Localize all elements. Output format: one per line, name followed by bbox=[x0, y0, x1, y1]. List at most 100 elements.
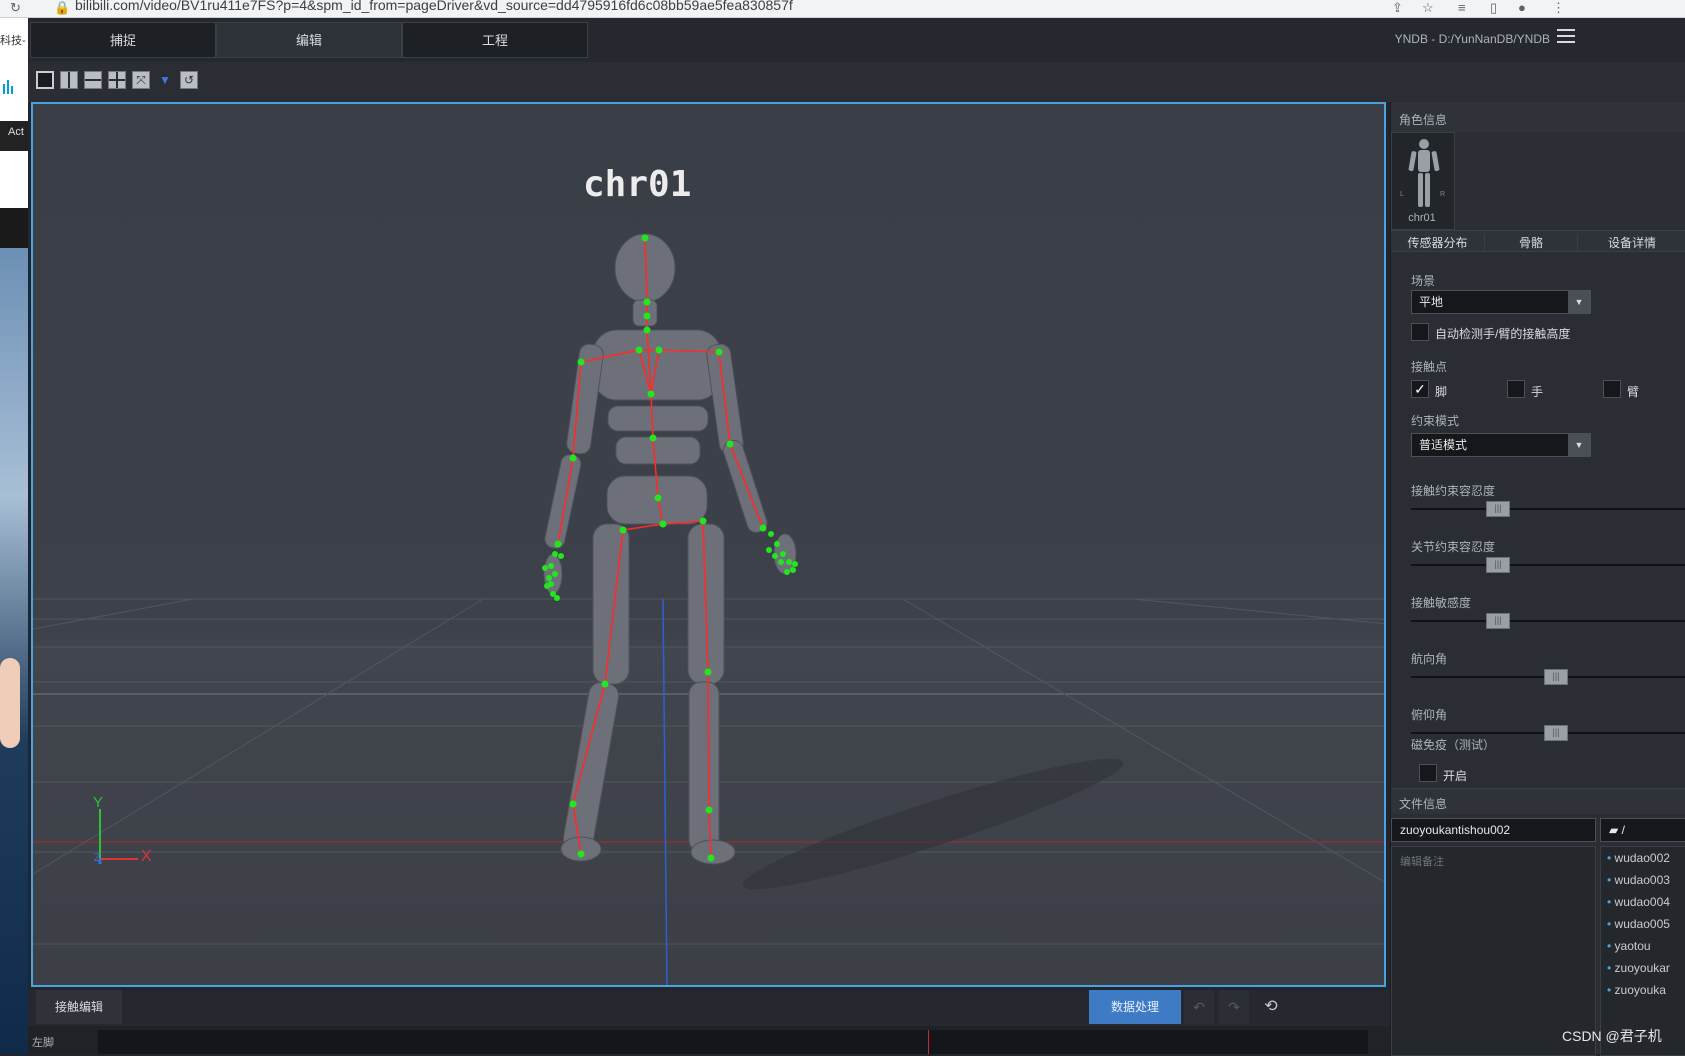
file-list-item[interactable]: • wudao005 bbox=[1607, 917, 1670, 931]
view-layout-toolbar: ⤧ ▼ ↺ bbox=[28, 62, 1685, 102]
timeline-track[interactable] bbox=[98, 1030, 1368, 1054]
slider-track[interactable]: ||| bbox=[1411, 501, 1685, 517]
axis-x-label: X bbox=[141, 848, 152, 865]
sidepanel-icon[interactable]: ▯ bbox=[1490, 0, 1497, 16]
avatar-right-label: R bbox=[1440, 191, 1446, 198]
file-list-item-label: yaotou bbox=[1614, 939, 1651, 953]
file-list-item[interactable]: • wudao004 bbox=[1607, 895, 1670, 909]
file-list-item-label: wudao003 bbox=[1614, 873, 1670, 887]
bullet-icon: • bbox=[1607, 961, 1615, 975]
browser-url[interactable]: bilibili.com/video/BV1ru411e7FS?p=4&spm_… bbox=[75, 0, 793, 13]
two-row-view-icon[interactable] bbox=[84, 71, 102, 89]
slider-handle[interactable]: ||| bbox=[1544, 669, 1568, 685]
slider-label: 接触约束容忍度 bbox=[1411, 484, 1496, 498]
file-list-item-label: wudao004 bbox=[1614, 895, 1670, 909]
file-list-item-label: wudao005 bbox=[1614, 917, 1670, 931]
track-label-left-foot: 左脚 bbox=[32, 1037, 54, 1049]
file-list-item[interactable]: • zuoyouka bbox=[1607, 983, 1666, 997]
video-thumbnail bbox=[0, 248, 28, 1054]
data-process-button[interactable]: 数据处理 bbox=[1089, 990, 1181, 1024]
3d-viewport[interactable]: chr01 Y X Z bbox=[31, 102, 1386, 987]
character-avatar-icon bbox=[1408, 139, 1440, 207]
avatar-name: chr01 bbox=[1408, 212, 1436, 224]
more-icon[interactable]: ⋮ bbox=[1552, 0, 1565, 16]
profile-icon[interactable]: ● bbox=[1518, 0, 1526, 16]
tab-capture[interactable]: 捕捉 bbox=[30, 22, 216, 58]
file-list-item-label: zuoyouka bbox=[1614, 983, 1666, 997]
slider-handle[interactable]: ||| bbox=[1486, 557, 1510, 573]
magnetic-enable-checkbox[interactable] bbox=[1419, 764, 1437, 782]
file-list-item[interactable]: • yaotou bbox=[1607, 939, 1651, 953]
chevron-down-icon: ▼ bbox=[1568, 434, 1590, 456]
bullet-icon: • bbox=[1607, 917, 1615, 931]
slider-label: 俯仰角 bbox=[1411, 708, 1448, 722]
history-icon[interactable]: ⟲ bbox=[1258, 990, 1284, 1024]
contact-hand-checkbox[interactable] bbox=[1507, 380, 1525, 398]
page-text: 科技- bbox=[0, 35, 26, 47]
file-list-item[interactable]: • wudao003 bbox=[1607, 873, 1670, 887]
playlist-icon[interactable]: ≡ bbox=[1458, 0, 1466, 16]
bullet-icon: • bbox=[1607, 939, 1615, 953]
slider-handle[interactable]: ||| bbox=[1544, 725, 1568, 741]
magnetic-enable-label: 开启 bbox=[1443, 769, 1468, 783]
magnetic-immunity-label: 磁免疫（测试） bbox=[1411, 738, 1496, 752]
scene-select[interactable]: 平地 ▼ bbox=[1411, 290, 1591, 314]
contact-hand-label: 手 bbox=[1531, 385, 1544, 399]
contact-arm-label: 臂 bbox=[1627, 385, 1640, 399]
share-icon[interactable]: ⇪ bbox=[1392, 0, 1403, 16]
tab-project[interactable]: 工程 bbox=[402, 22, 588, 58]
menu-icon[interactable] bbox=[1557, 28, 1575, 44]
undo-icon[interactable]: ↶ bbox=[1184, 990, 1214, 1024]
star-icon[interactable]: ☆ bbox=[1422, 0, 1434, 16]
slider-handle[interactable]: ||| bbox=[1486, 613, 1510, 629]
quad-view-icon[interactable] bbox=[108, 71, 126, 89]
bullet-icon: • bbox=[1607, 895, 1615, 909]
reload-icon[interactable]: ↻ bbox=[10, 0, 21, 16]
bullet-icon: • bbox=[1607, 851, 1615, 865]
folder-path-text: / bbox=[1621, 823, 1625, 837]
playhead[interactable] bbox=[928, 1030, 929, 1054]
file-list-item[interactable]: • zuoyoukar bbox=[1607, 961, 1670, 975]
file-name-field[interactable]: zuoyoukantishou002 bbox=[1391, 818, 1596, 842]
constraint-mode-select[interactable]: 普适模式 ▼ bbox=[1411, 433, 1591, 457]
file-list-item-label: wudao002 bbox=[1614, 851, 1670, 865]
contact-foot-label: 脚 bbox=[1435, 385, 1448, 399]
file-list-item-label: zuoyoukar bbox=[1614, 961, 1670, 975]
file-info-title: 文件信息 bbox=[1399, 797, 1448, 811]
contact-foot-checkbox[interactable]: ✓ bbox=[1411, 380, 1429, 398]
subtab-skeleton[interactable]: 骨骼 bbox=[1484, 234, 1577, 251]
avatar-left-label: L bbox=[1400, 191, 1404, 198]
slider-track[interactable]: ||| bbox=[1411, 725, 1685, 741]
slider-label: 接触敏感度 bbox=[1411, 596, 1472, 610]
scene-select-value: 平地 bbox=[1419, 295, 1444, 309]
redo-icon[interactable]: ↷ bbox=[1219, 990, 1249, 1024]
single-view-icon[interactable] bbox=[36, 71, 54, 89]
subtab-sensor-distribution[interactable]: 传感器分布 bbox=[1391, 234, 1484, 251]
character-name-label: chr01 bbox=[583, 164, 692, 205]
subtab-device-details[interactable]: 设备详情 bbox=[1577, 234, 1685, 251]
slider-track[interactable]: ||| bbox=[1411, 669, 1685, 685]
app-header: 捕捉 编辑 工程 YNDB - D:/YunNanDB/YNDB bbox=[28, 18, 1685, 62]
two-column-view-icon[interactable] bbox=[60, 71, 78, 89]
page-text-act: Act bbox=[8, 126, 24, 138]
slider-track[interactable]: ||| bbox=[1411, 557, 1685, 573]
align-icon[interactable]: ▼ bbox=[156, 71, 174, 89]
auto-detect-checkbox[interactable] bbox=[1411, 323, 1429, 341]
axis-z-label: Z bbox=[94, 852, 101, 864]
file-list-item[interactable]: • wudao002 bbox=[1607, 851, 1670, 865]
tab-edit[interactable]: 编辑 bbox=[216, 22, 402, 58]
avatar[interactable]: L R chr01 bbox=[1391, 132, 1455, 230]
contact-edit-tab[interactable]: 接触编辑 bbox=[36, 990, 122, 1024]
axis-gizmo bbox=[98, 809, 138, 864]
folder-path-field[interactable]: ▰ / bbox=[1600, 818, 1685, 842]
note-textarea[interactable]: 编辑备注 bbox=[1391, 846, 1596, 1056]
reset-view-icon[interactable]: ↺ bbox=[180, 71, 198, 89]
slider-track[interactable]: ||| bbox=[1411, 613, 1685, 629]
slider-handle[interactable]: ||| bbox=[1486, 501, 1510, 517]
slider-label: 航向角 bbox=[1411, 652, 1448, 666]
contact-arm-checkbox[interactable] bbox=[1603, 380, 1621, 398]
viewport-scene bbox=[33, 233, 1384, 985]
constraint-mode-value: 普适模式 bbox=[1419, 438, 1468, 452]
fit-view-icon[interactable]: ⤧ bbox=[132, 71, 150, 89]
folder-icon: ▰ bbox=[1609, 823, 1619, 837]
